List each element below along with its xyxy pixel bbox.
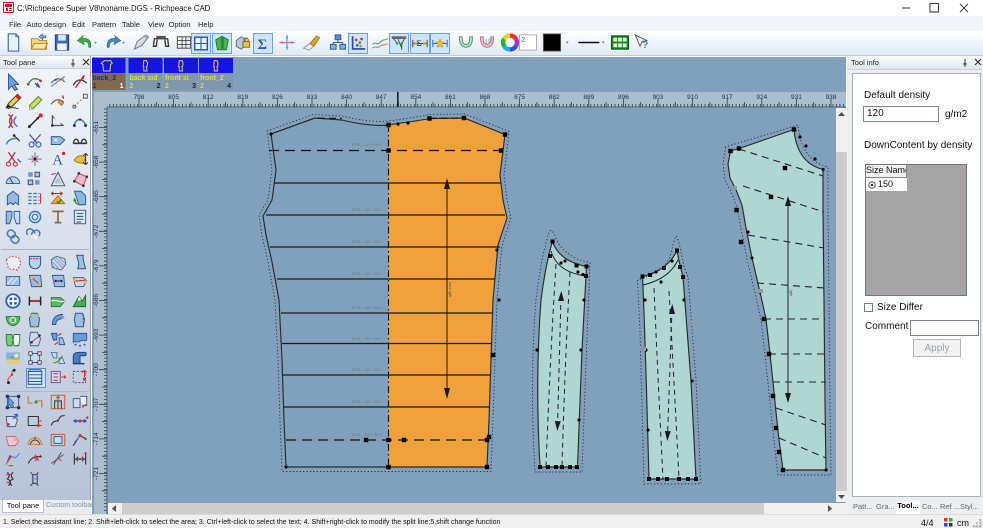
svg-text:861: 861 xyxy=(445,94,456,101)
svg-text:back lgth: back lgth xyxy=(448,282,452,297)
svg-text:4: 4 xyxy=(227,83,231,90)
svg-text:854: 854 xyxy=(410,94,421,101)
svg-text:1: 1 xyxy=(120,83,124,90)
svg-text:924: 924 xyxy=(756,94,767,101)
svg-text:-651: -651 xyxy=(93,121,100,134)
svg-text:back_2: back_2 xyxy=(93,75,117,82)
svg-text:-686: -686 xyxy=(93,294,100,307)
svg-text:847: 847 xyxy=(376,94,387,101)
svg-text:798: 798 xyxy=(134,94,145,101)
svg-text:840: 840 xyxy=(341,94,352,101)
svg-text:868: 868 xyxy=(480,94,491,101)
svg-text:-707: -707 xyxy=(93,397,100,410)
svg-text:910: 910 xyxy=(687,94,698,101)
svg-text:-693: -693 xyxy=(93,328,100,341)
svg-text:826: 826 xyxy=(272,94,283,101)
svg-text:875: 875 xyxy=(514,94,525,101)
svg-text:896: 896 xyxy=(618,94,629,101)
svg-text:931: 931 xyxy=(791,94,802,101)
svg-text:back sid: back sid xyxy=(130,75,158,82)
svg-text:889: 889 xyxy=(583,94,594,101)
svg-text:833: 833 xyxy=(307,94,318,101)
svg-text:903: 903 xyxy=(653,94,664,101)
svg-text:Σ: Σ xyxy=(416,39,421,48)
svg-text:805: 805 xyxy=(168,94,179,101)
svg-text:938: 938 xyxy=(826,94,837,101)
svg-text:lgth: lgth xyxy=(789,290,793,296)
svg-text:882: 882 xyxy=(549,94,560,101)
svg-text:front_2: front_2 xyxy=(200,75,224,82)
svg-text:-672: -672 xyxy=(93,224,100,237)
svg-text:-679: -679 xyxy=(93,259,100,272)
svg-text:Σ: Σ xyxy=(258,37,267,53)
svg-text:2: 2 xyxy=(130,83,134,90)
svg-text:BTW--- 180 + 90.0: BTW--- 180 + 90.0 xyxy=(352,433,382,437)
svg-text:-721: -721 xyxy=(93,467,100,480)
svg-text:1: 1 xyxy=(93,83,97,90)
svg-text:BTW--- 180 + 90.0: BTW--- 180 + 90.0 xyxy=(352,240,382,244)
svg-text:-658: -658 xyxy=(93,155,100,168)
svg-text:917: 917 xyxy=(722,94,733,101)
svg-text:-665: -665 xyxy=(93,190,100,203)
svg-text:812: 812 xyxy=(203,94,214,101)
svg-text:819: 819 xyxy=(237,94,248,101)
svg-text:BTW--- 180 + 90.0: BTW--- 180 + 90.0 xyxy=(352,306,382,310)
svg-text:3: 3 xyxy=(192,83,196,90)
svg-text:2: 2 xyxy=(200,83,204,90)
svg-text:-700: -700 xyxy=(93,363,100,376)
svg-text:2: 2 xyxy=(157,83,161,90)
svg-text:BTW--- 180 + 90.0: BTW--- 180 + 90.0 xyxy=(352,368,382,372)
svg-text:?: ? xyxy=(642,40,648,51)
svg-text:front si: front si xyxy=(165,75,189,82)
svg-text:BTW--- 180 + 90.0: BTW--- 180 + 90.0 xyxy=(352,400,382,404)
svg-text:BTW--- 180 + 90.0: BTW--- 180 + 90.0 xyxy=(352,143,382,147)
svg-text:A: A xyxy=(52,153,63,168)
svg-text:BTW--- 180 + 90.0: BTW--- 180 + 90.0 xyxy=(352,208,382,212)
svg-text:BTW--- 180 + 90.0: BTW--- 180 + 90.0 xyxy=(352,337,382,341)
svg-text:-714: -714 xyxy=(93,432,100,445)
svg-text:BTW--- 180 + 90.0: BTW--- 180 + 90.0 xyxy=(352,272,382,276)
svg-text:2: 2 xyxy=(165,83,169,90)
svg-text:2: 2 xyxy=(521,37,525,44)
